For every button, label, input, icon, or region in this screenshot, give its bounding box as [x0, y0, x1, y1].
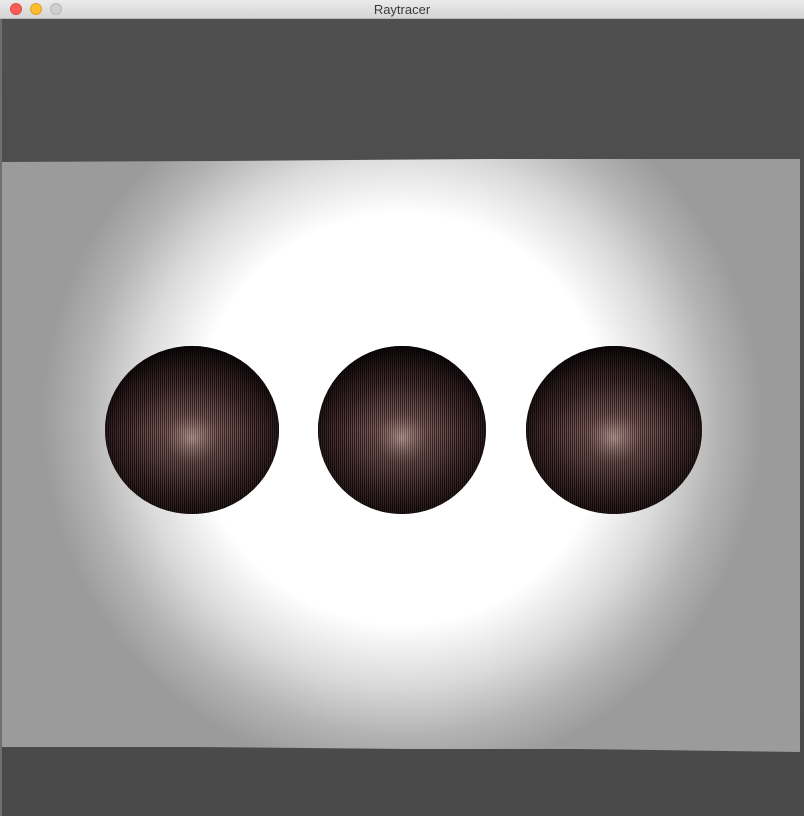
title-bar[interactable]: Raytracer: [0, 0, 804, 19]
sphere-right: [526, 346, 702, 514]
sphere-center: [318, 346, 486, 514]
raytracer-window: Raytracer: [0, 0, 804, 816]
window-title: Raytracer: [373, 2, 431, 17]
sphere-left: [105, 346, 279, 514]
raytraced-scene: [2, 159, 800, 752]
